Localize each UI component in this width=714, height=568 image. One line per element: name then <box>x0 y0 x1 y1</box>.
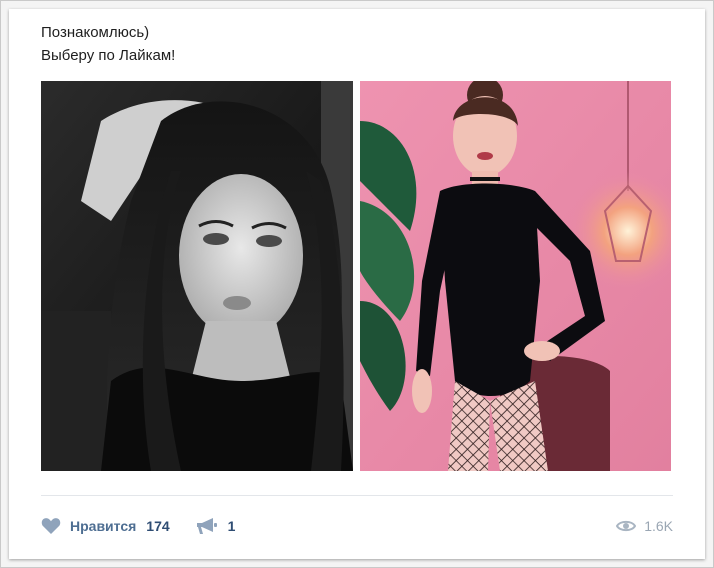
share-count: 1 <box>227 518 236 534</box>
heart-icon <box>41 518 61 534</box>
like-button[interactable]: Нравится 174 <box>41 517 170 535</box>
post-card: Познакомлюсь) Выберу по Лайкам! Нравится… <box>9 9 705 559</box>
eye-icon <box>616 520 637 532</box>
post-text-line-1: Познакомлюсь) <box>41 24 150 41</box>
post-photo-1[interactable] <box>41 81 353 471</box>
post-photo-2[interactable] <box>360 81 671 471</box>
like-count: 174 <box>146 518 170 534</box>
post-actions: Нравится 174 1 <box>41 513 235 539</box>
footer-divider <box>41 495 673 496</box>
views-count: 1.6K <box>644 518 673 534</box>
share-button[interactable]: 1 <box>196 517 236 535</box>
post-text: Познакомлюсь) Выберу по Лайкам! <box>41 21 175 67</box>
megaphone-icon <box>196 518 217 534</box>
post-text-line-2: Выберу по Лайкам! <box>41 47 176 64</box>
screenshot-frame: Познакомлюсь) Выберу по Лайкам! Нравится… <box>0 0 714 568</box>
like-label: Нравится <box>70 518 137 534</box>
views-counter: 1.6K <box>616 513 673 539</box>
